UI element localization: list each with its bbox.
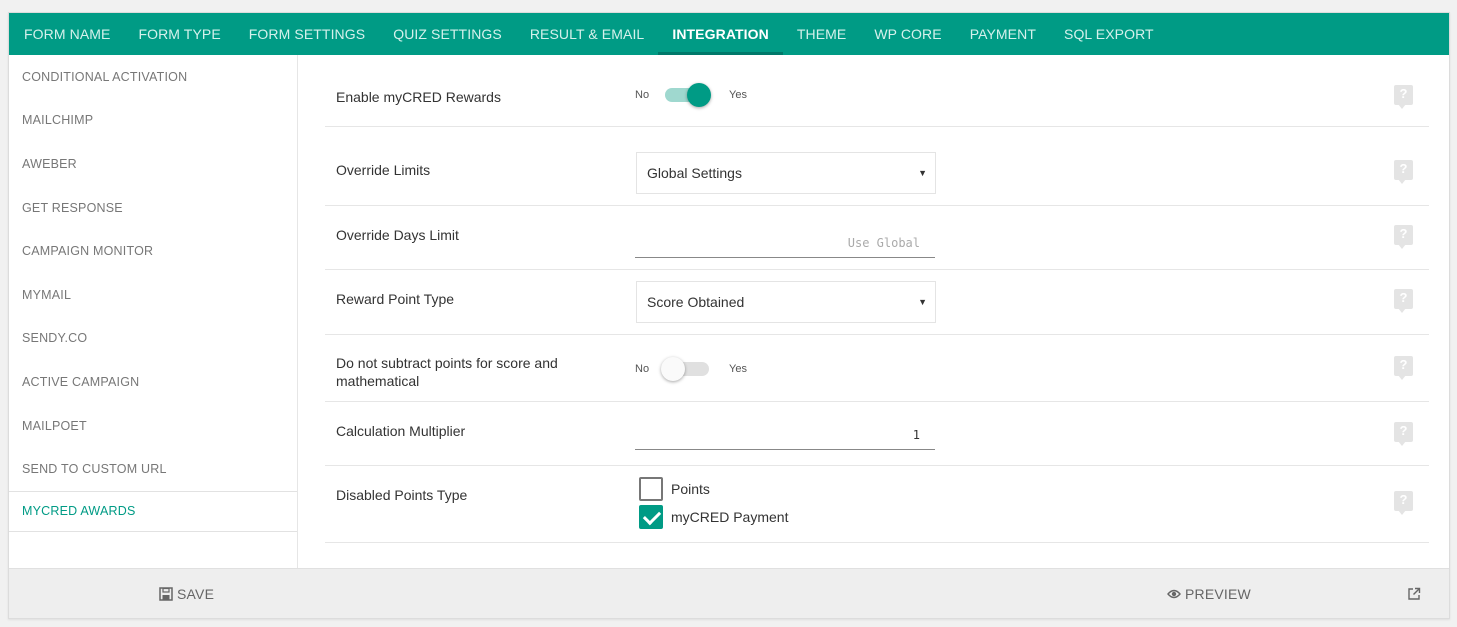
tab-result-email[interactable]: RESULT & EMAIL xyxy=(516,13,658,55)
save-button[interactable]: SAVE xyxy=(159,569,214,619)
setting-row-enable-rewards: Enable myCRED Rewards No Yes ? xyxy=(325,55,1429,127)
sidebar-item-mailpoet[interactable]: MAILPOET xyxy=(9,404,297,448)
tab-wp-core[interactable]: WP CORE xyxy=(860,13,955,55)
caret-down-icon: ▼ xyxy=(918,168,927,178)
setting-label: Enable myCRED Rewards xyxy=(336,89,501,105)
checkbox-option-points[interactable]: Points xyxy=(639,477,710,501)
sidebar-item-campaign-monitor[interactable]: CAMPAIGN MONITOR xyxy=(9,229,297,273)
toggle-knob[interactable] xyxy=(661,357,685,381)
help-icon[interactable]: ? xyxy=(1394,491,1413,515)
help-icon[interactable]: ? xyxy=(1394,289,1413,313)
override-limits-select[interactable]: Global Settings ▼ xyxy=(636,152,936,194)
form-editor: FORM NAME FORM TYPE FORM SETTINGS QUIZ S… xyxy=(8,12,1450,619)
sidebar-item-active-campaign[interactable]: ACTIVE CAMPAIGN xyxy=(9,360,297,404)
preview-label: PREVIEW xyxy=(1185,586,1251,602)
tab-integration[interactable]: INTEGRATION xyxy=(658,13,783,55)
tab-form-type[interactable]: FORM TYPE xyxy=(124,13,234,55)
sidebar-item-mymail[interactable]: MYMAIL xyxy=(9,273,297,317)
setting-row-reward-point-type: Reward Point Type Score Obtained ▼ ? xyxy=(325,270,1429,335)
sidebar-item-aweber[interactable]: AWEBER xyxy=(9,142,297,186)
sidebar-item-mailchimp[interactable]: MAILCHIMP xyxy=(9,99,297,143)
setting-label: Reward Point Type xyxy=(336,291,455,307)
help-icon[interactable]: ? xyxy=(1394,356,1413,380)
reward-point-type-select[interactable]: Score Obtained ▼ xyxy=(636,281,936,323)
help-icon[interactable]: ? xyxy=(1394,85,1413,109)
help-icon[interactable]: ? xyxy=(1394,225,1413,249)
tab-theme[interactable]: THEME xyxy=(783,13,861,55)
sidebar-item-sendy[interactable]: SENDY.CO xyxy=(9,317,297,361)
checkbox-label: Points xyxy=(671,481,710,497)
setting-label: Do not subtract points for score and mat… xyxy=(336,355,558,389)
no-subtract-toggle-group: No Yes xyxy=(635,357,747,381)
setting-label: Disabled Points Type xyxy=(336,487,468,503)
setting-label: Override Limits xyxy=(336,162,431,178)
override-days-input[interactable]: Use Global xyxy=(635,228,935,258)
preview-button[interactable]: PREVIEW xyxy=(1167,569,1251,619)
no-subtract-toggle[interactable] xyxy=(661,357,709,381)
setting-row-multiplier: Calculation Multiplier 1 ? xyxy=(325,402,1429,466)
sidebar-item-mycred-awards[interactable]: MYCRED AWARDS xyxy=(9,490,297,532)
enable-rewards-toggle-group: No Yes xyxy=(635,83,747,107)
points-checkbox[interactable] xyxy=(639,477,663,501)
setting-row-override-days: Override Days Limit Use Global ? xyxy=(325,206,1429,270)
enable-rewards-toggle[interactable] xyxy=(665,83,711,107)
tab-form-name[interactable]: FORM NAME xyxy=(10,13,124,55)
setting-row-no-subtract: Do not subtract points for score and mat… xyxy=(325,335,1429,402)
sidebar-item-send-to-custom-url[interactable]: SEND TO CUSTOM URL xyxy=(9,447,297,491)
select-value: Global Settings xyxy=(647,165,742,181)
footer-bar: SAVE PREVIEW xyxy=(9,568,1449,618)
tab-payment[interactable]: PAYMENT xyxy=(956,13,1050,55)
sidebar-item-conditional-activation[interactable]: CONDITIONAL ACTIVATION xyxy=(9,55,297,99)
tab-form-settings[interactable]: FORM SETTINGS xyxy=(235,13,379,55)
toggle-on-label: Yes xyxy=(729,363,747,375)
checkbox-option-mycred-payment[interactable]: myCRED Payment xyxy=(639,505,788,529)
tab-quiz-settings[interactable]: QUIZ SETTINGS xyxy=(379,13,516,55)
open-external-button[interactable] xyxy=(1407,569,1425,619)
save-label: SAVE xyxy=(177,586,215,602)
setting-label: Calculation Multiplier xyxy=(336,423,466,439)
settings-panel: Enable myCRED Rewards No Yes ? Override … xyxy=(325,55,1429,543)
multiplier-input[interactable]: 1 xyxy=(635,420,935,450)
external-link-icon xyxy=(1408,587,1421,600)
toggle-off-label: No xyxy=(635,89,650,101)
help-icon[interactable]: ? xyxy=(1394,160,1413,184)
checkbox-label: myCRED Payment xyxy=(671,509,789,525)
tab-sql-export[interactable]: SQL EXPORT xyxy=(1050,13,1168,55)
eye-icon xyxy=(1167,589,1181,599)
caret-down-icon: ▼ xyxy=(918,297,927,307)
top-tab-bar: FORM NAME FORM TYPE FORM SETTINGS QUIZ S… xyxy=(9,13,1449,55)
integration-sidebar: CONDITIONAL ACTIVATION MAILCHIMP AWEBER … xyxy=(9,55,298,570)
setting-row-disabled-points: Disabled Points Type Points myCRED Payme… xyxy=(325,466,1429,543)
setting-label: Override Days Limit xyxy=(336,227,459,243)
floppy-disk-icon xyxy=(159,587,173,601)
mycred-payment-checkbox[interactable] xyxy=(639,505,663,529)
toggle-on-label: Yes xyxy=(729,89,747,101)
sidebar-item-get-response[interactable]: GET RESPONSE xyxy=(9,186,297,230)
help-icon[interactable]: ? xyxy=(1394,422,1413,446)
toggle-knob[interactable] xyxy=(687,83,711,107)
select-value: Score Obtained xyxy=(647,294,745,310)
setting-row-override-limits: Override Limits Global Settings ▼ ? xyxy=(325,127,1429,206)
